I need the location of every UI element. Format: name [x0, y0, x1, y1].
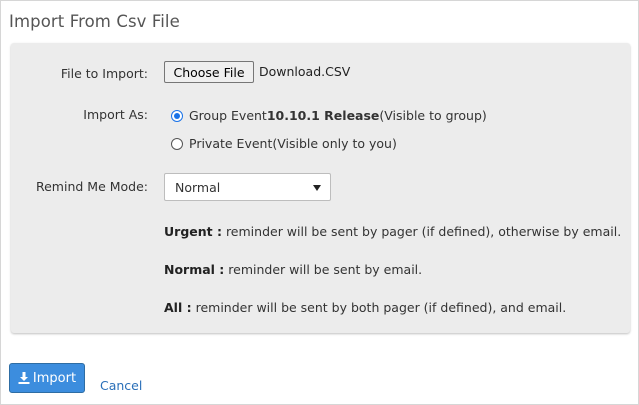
remind-description-all: All : reminder will be sent by both page… — [164, 300, 566, 315]
cancel-link[interactable]: Cancel — [100, 378, 142, 393]
import-form-panel: File to Import: Choose File Download.CSV… — [11, 43, 630, 333]
remind-term-all: All : — [164, 300, 192, 315]
radio-group-event[interactable]: Group Event 10.10.1 Release (Visible to … — [171, 108, 487, 123]
remind-mode-selected-value: Normal — [175, 180, 221, 195]
download-icon — [18, 372, 30, 384]
import-button[interactable]: Import — [9, 363, 85, 393]
dialog: Import From Csv File File to Import: Cho… — [0, 0, 639, 405]
caret-down-icon — [313, 185, 321, 191]
remind-text-all: reminder will be sent by both pager (if … — [191, 300, 567, 315]
radio-group-event-suffix: (Visible to group) — [379, 108, 487, 123]
choose-file-button[interactable]: Choose File — [164, 61, 254, 83]
radio-private-event-label: Private Event(Visible only to you) — [189, 136, 397, 151]
remind-description-urgent: Urgent : reminder will be sent by pager … — [164, 224, 621, 239]
file-to-import-label: File to Import: — [60, 66, 148, 81]
remind-mode-select[interactable]: Normal — [164, 173, 331, 201]
dialog-title: Import From Csv File — [9, 12, 180, 31]
import-as-label: Import As: — [83, 107, 148, 122]
radio-group-event-release: 10.10.1 Release — [266, 108, 380, 123]
remind-term-urgent: Urgent : — [164, 224, 222, 239]
import-button-label: Import — [32, 370, 77, 386]
radio-group-event-prefix: Group Event — [189, 108, 267, 123]
radio-checked-icon[interactable] — [171, 109, 183, 122]
remind-text-normal: reminder will be sent by email. — [224, 262, 423, 277]
remind-term-normal: Normal : — [164, 262, 225, 277]
remind-text-urgent: reminder will be sent by pager (if defin… — [221, 224, 622, 239]
remind-description-normal: Normal : reminder will be sent by email. — [164, 262, 422, 277]
radio-private-event[interactable]: Private Event(Visible only to you) — [171, 136, 397, 151]
selected-file-name: Download.CSV — [259, 64, 351, 79]
remind-mode-label: Remind Me Mode: — [35, 179, 148, 194]
radio-unchecked-icon[interactable] — [171, 137, 183, 150]
